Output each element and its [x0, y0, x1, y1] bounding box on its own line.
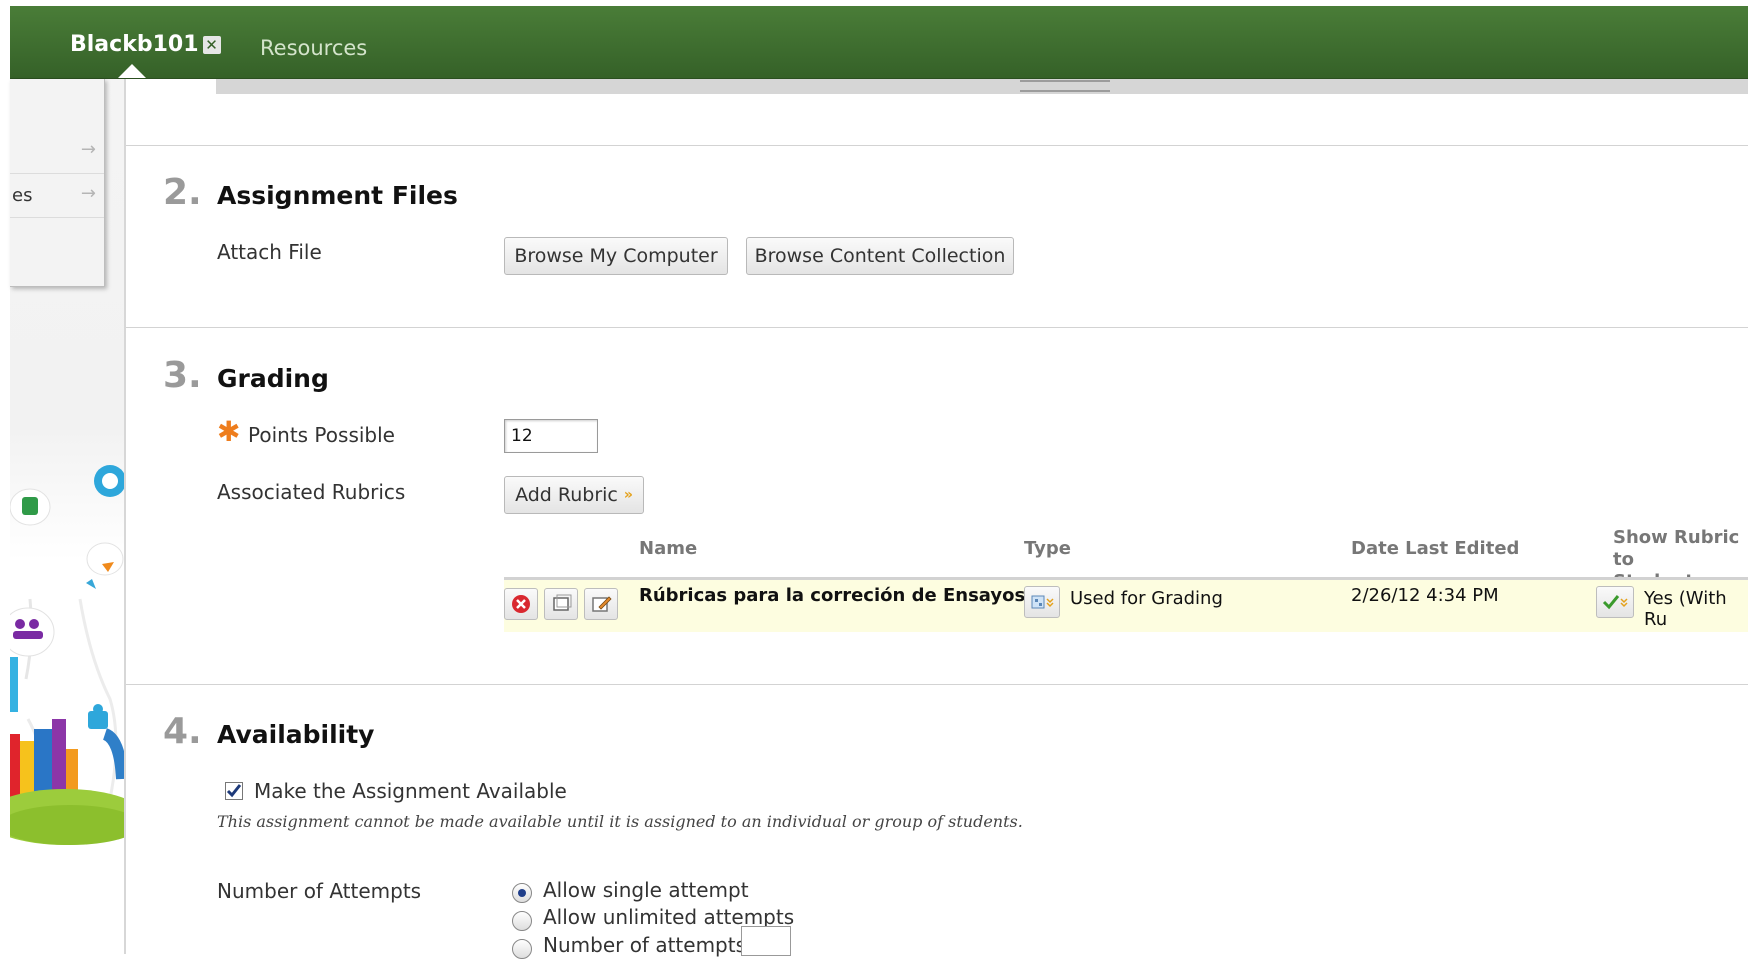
column-header-show-rubric-line1: Show Rubric to: [1613, 527, 1740, 570]
number-of-attempts-radio[interactable]: [512, 939, 532, 959]
course-tab[interactable]: Blackb101 ✕: [70, 32, 221, 57]
arrow-right-icon: →: [80, 183, 96, 204]
rubric-name[interactable]: Rúbricas para la correción de Ensayos: [639, 585, 1025, 606]
close-icon[interactable]: ✕: [202, 35, 221, 54]
checkbox-check-icon: [226, 784, 242, 798]
section-divider: [126, 684, 1748, 685]
required-asterisk-icon: ✱: [217, 415, 241, 448]
section-number: 3.: [163, 355, 202, 396]
points-possible-label: Points Possible: [248, 423, 395, 447]
show-rubric-value: Yes (With Ru: [1644, 588, 1727, 630]
chevron-down-icon: »: [623, 487, 633, 503]
top-navigation-bar: Blackb101 ✕ Resources: [10, 6, 1748, 79]
tab-resources[interactable]: Resources: [260, 36, 367, 60]
add-rubric-label: Add Rubric: [515, 484, 618, 506]
section-title-availability: Availability: [217, 720, 375, 749]
active-tab-pointer-icon: [118, 64, 146, 78]
allow-single-attempt-label[interactable]: Allow single attempt: [543, 878, 749, 902]
section-title-grading: Grading: [217, 364, 329, 393]
side-menu-item-label: es: [12, 185, 33, 206]
column-header-type[interactable]: Type: [1024, 538, 1071, 560]
browse-my-computer-button[interactable]: Browse My Computer: [504, 237, 728, 275]
number-of-attempts-input[interactable]: [741, 926, 791, 956]
rubric-type-menu-button[interactable]: [1024, 586, 1060, 618]
previous-section-strip: [216, 79, 1748, 94]
column-header-date-last-edited[interactable]: Date Last Edited: [1351, 538, 1519, 560]
rubric-type: Used for Grading: [1070, 588, 1223, 609]
section-divider: [126, 327, 1748, 328]
number-of-attempts-label: Number of Attempts: [217, 879, 422, 903]
content-left-border: [124, 79, 126, 954]
resize-handle-icon[interactable]: [1020, 80, 1110, 92]
number-of-attempts-option-label[interactable]: Number of attempts:: [543, 933, 753, 957]
column-header-name[interactable]: Name: [639, 538, 697, 560]
rubric-date-last-edited: 2/26/12 4:34 PM: [1351, 585, 1499, 606]
edit-icon: [592, 596, 612, 612]
course-tab-label[interactable]: Blackb101: [70, 32, 199, 57]
allow-unlimited-attempts-radio[interactable]: [512, 911, 532, 931]
section-title-assignment-files: Assignment Files: [217, 181, 458, 210]
make-available-label[interactable]: Make the Assignment Available: [254, 779, 567, 803]
add-rubric-button[interactable]: Add Rubric »: [504, 476, 644, 514]
section-number: 2.: [163, 172, 202, 213]
section-divider: [126, 145, 1748, 146]
allow-single-attempt-radio[interactable]: [512, 883, 532, 903]
browse-content-collection-button[interactable]: Browse Content Collection: [746, 237, 1014, 275]
window-icon: [553, 594, 572, 611]
points-possible-input[interactable]: [504, 419, 598, 453]
arrow-right-icon: →: [80, 139, 96, 160]
side-menu-item[interactable]: →: [10, 129, 104, 174]
section-number: 4.: [163, 711, 202, 752]
show-rubric-menu-button[interactable]: [1596, 586, 1634, 618]
availability-note: This assignment cannot be made available…: [217, 812, 1023, 831]
view-rubric-button[interactable]: [544, 588, 578, 620]
delete-icon: [512, 595, 530, 613]
edit-rubric-button[interactable]: [584, 588, 618, 620]
delete-rubric-button[interactable]: [504, 588, 538, 620]
grading-grid-icon: [1031, 595, 1054, 609]
side-menu-item[interactable]: es →: [10, 173, 104, 218]
associated-rubrics-label: Associated Rubrics: [217, 480, 406, 504]
side-menu: → es →: [10, 79, 105, 287]
checkmark-icon: [1602, 595, 1628, 610]
attach-file-label: Attach File: [217, 240, 322, 264]
make-available-checkbox[interactable]: [225, 782, 243, 800]
